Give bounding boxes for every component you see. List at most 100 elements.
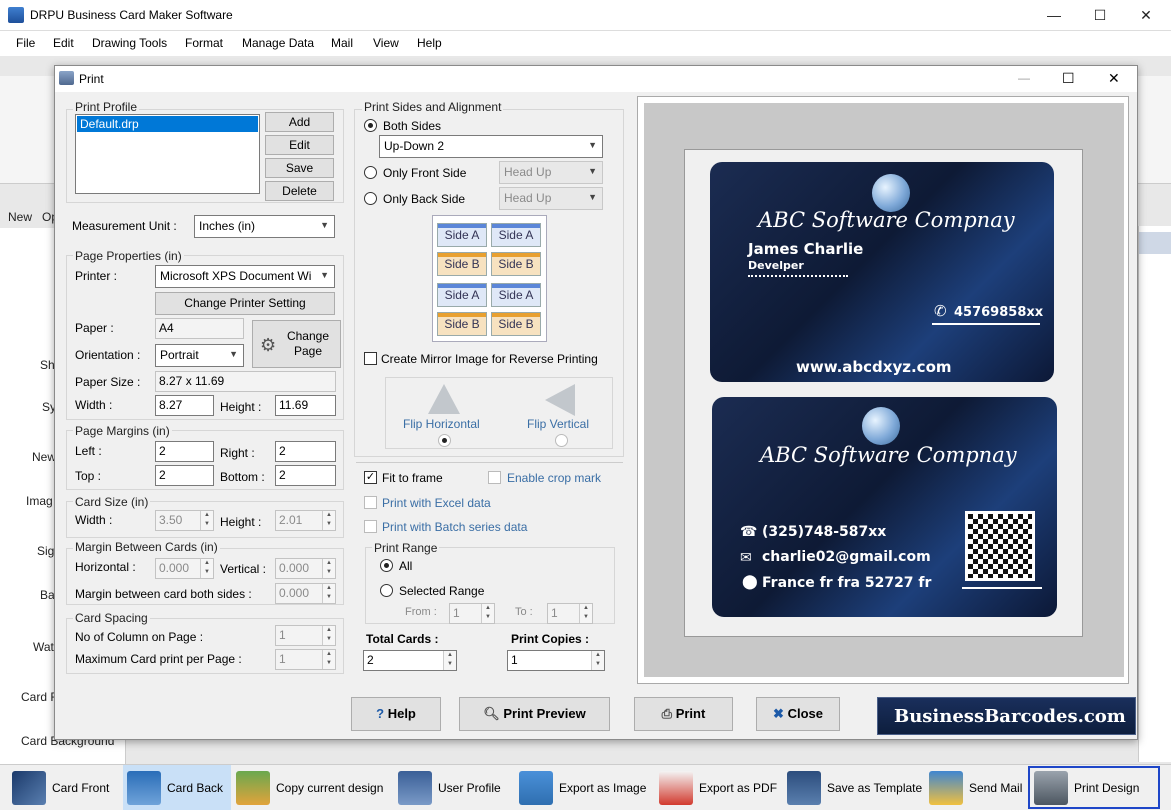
paper-field[interactable]: A4: [155, 318, 244, 339]
both-sides-margin-field[interactable]: 0.000 ▲ ▼: [275, 583, 336, 604]
dialog-minimize-button[interactable]: —: [1018, 71, 1030, 85]
page-width-field[interactable]: 8.27: [155, 395, 214, 416]
left-item-new[interactable]: New: [32, 450, 56, 464]
enable-crop-checkbox[interactable]: [488, 471, 501, 484]
printer-value: Microsoft XPS Document Wi: [160, 269, 312, 283]
card-front-button[interactable]: Card Front: [12, 765, 109, 810]
spinner-icon[interactable]: ▲ ▼: [200, 559, 213, 578]
printer-select[interactable]: Microsoft XPS Document Wi ▼: [155, 265, 335, 288]
close-button[interactable]: ✕: [1123, 0, 1169, 31]
menu-edit[interactable]: Edit: [53, 36, 74, 50]
left-item-signature[interactable]: Sig: [37, 544, 54, 558]
menu-manage-data[interactable]: Manage Data: [242, 36, 314, 50]
left-item-barcode[interactable]: Ba: [40, 588, 55, 602]
left-item-card-properties[interactable]: Card F: [21, 690, 58, 704]
range-to-field[interactable]: 1 ▲ ▼: [547, 603, 593, 624]
dialog-maximize-button[interactable]: ☐: [1062, 70, 1075, 87]
columns-field[interactable]: 1 ▲ ▼: [275, 625, 336, 646]
change-page-button[interactable]: ⚙ Change Page: [252, 320, 341, 368]
menu-mail[interactable]: Mail: [331, 36, 353, 50]
change-printer-setting-button[interactable]: Change Printer Setting: [155, 292, 335, 315]
copy-design-button[interactable]: Copy current design: [236, 765, 383, 810]
fit-to-frame-checkbox[interactable]: ✓: [364, 471, 377, 484]
both-sides-radio[interactable]: [364, 119, 377, 132]
flip-horizontal-icon[interactable]: [428, 384, 460, 414]
send-mail-button[interactable]: Send Mail: [929, 765, 1022, 810]
orientation-select[interactable]: Portrait ▼: [155, 344, 244, 367]
edit-profile-button[interactable]: Edit: [265, 135, 334, 155]
flip-vertical-radio[interactable]: [555, 434, 568, 447]
profile-list[interactable]: Default.drp: [75, 114, 260, 194]
maximize-button[interactable]: ☐: [1077, 0, 1123, 31]
paper-size-field[interactable]: 8.27 x 11.69: [155, 371, 336, 392]
mirror-image-checkbox[interactable]: [364, 352, 377, 365]
top-margin-field[interactable]: 2: [155, 465, 214, 486]
card-height-field[interactable]: 2.01 ▲ ▼: [275, 510, 336, 531]
export-pdf-button[interactable]: Export as PDF: [659, 765, 777, 810]
profile-list-item[interactable]: Default.drp: [77, 116, 258, 132]
only-back-radio[interactable]: [364, 192, 377, 205]
menu-view[interactable]: View: [373, 36, 399, 50]
new-button[interactable]: New: [8, 210, 32, 224]
spinner-icon[interactable]: ▲ ▼: [591, 651, 604, 670]
print-button[interactable]: ⎙ Print: [634, 697, 733, 731]
save-profile-button[interactable]: Save: [265, 158, 334, 178]
left-item-shape[interactable]: Sh: [40, 358, 55, 372]
batch-series-checkbox[interactable]: [364, 520, 377, 533]
save-template-button[interactable]: Save as Template: [787, 765, 922, 810]
spinner-icon[interactable]: ▲ ▼: [579, 604, 592, 623]
left-item-image[interactable]: Imag: [26, 494, 53, 508]
flip-horizontal-label: Flip Horizontal: [403, 417, 480, 431]
page-height-field[interactable]: 11.69: [275, 395, 336, 416]
both-sides-value: Up-Down 2: [384, 139, 445, 153]
flip-vertical-icon[interactable]: [545, 384, 575, 416]
flip-vertical-label: Flip Vertical: [527, 417, 590, 431]
close-dialog-button[interactable]: ✖ Close: [756, 697, 840, 731]
spinner-icon[interactable]: ▲ ▼: [322, 650, 335, 669]
card-width-field[interactable]: 3.50 ▲ ▼: [155, 510, 214, 531]
print-preview-button[interactable]: 🔍︎ Print Preview: [459, 697, 610, 731]
both-sides-select[interactable]: Up-Down 2 ▼: [379, 135, 603, 158]
max-cards-field[interactable]: 1 ▲ ▼: [275, 649, 336, 670]
flip-horizontal-radio[interactable]: [438, 434, 451, 447]
card-back-button[interactable]: Card Back: [123, 765, 231, 810]
vertical-margin-field[interactable]: 0.000 ▲ ▼: [275, 558, 336, 579]
minimize-button[interactable]: —: [1031, 0, 1077, 31]
spinner-icon[interactable]: ▲ ▼: [322, 511, 335, 530]
export-image-button[interactable]: Export as Image: [519, 765, 646, 810]
total-cards-field[interactable]: 2 ▲ ▼: [363, 650, 457, 671]
menu-help[interactable]: Help: [417, 36, 442, 50]
spinner-icon[interactable]: ▲ ▼: [443, 651, 456, 670]
export-pdf-label: Export as PDF: [699, 780, 778, 795]
menu-drawing-tools[interactable]: Drawing Tools: [92, 36, 167, 50]
back-orientation-select[interactable]: Head Up ▼: [499, 187, 603, 210]
range-selected-radio[interactable]: [380, 584, 393, 597]
spinner-icon[interactable]: ▲ ▼: [322, 559, 335, 578]
measurement-unit-select[interactable]: Inches (in) ▼: [194, 215, 335, 238]
range-all-radio[interactable]: [380, 559, 393, 572]
left-item-watermark[interactable]: Wat: [33, 640, 54, 654]
front-orientation-select[interactable]: Head Up ▼: [499, 161, 603, 184]
total-cards-value: 2: [367, 653, 374, 667]
spinner-icon[interactable]: ▲ ▼: [322, 584, 335, 603]
user-profile-button[interactable]: User Profile: [398, 765, 501, 810]
menu-file[interactable]: File: [16, 36, 35, 50]
right-margin-field[interactable]: 2: [275, 441, 336, 462]
spinner-icon[interactable]: ▲ ▼: [200, 511, 213, 530]
only-front-radio[interactable]: [364, 166, 377, 179]
print-design-button[interactable]: Print Design: [1028, 766, 1160, 809]
card-front-icon: [12, 770, 46, 805]
spinner-icon[interactable]: ▲ ▼: [481, 604, 494, 623]
add-profile-button[interactable]: Add: [265, 112, 334, 132]
bottom-margin-field[interactable]: 2: [275, 465, 336, 486]
print-copies-field[interactable]: 1 ▲ ▼: [507, 650, 605, 671]
help-button[interactable]: ? Help: [351, 697, 441, 731]
delete-profile-button[interactable]: Delete: [265, 181, 334, 201]
dialog-close-button[interactable]: ✕: [1108, 70, 1120, 87]
excel-data-checkbox[interactable]: [364, 496, 377, 509]
range-from-field[interactable]: 1 ▲ ▼: [449, 603, 495, 624]
spinner-icon[interactable]: ▲ ▼: [322, 626, 335, 645]
left-margin-field[interactable]: 2: [155, 441, 214, 462]
menu-format[interactable]: Format: [185, 36, 223, 50]
horizontal-margin-field[interactable]: 0.000 ▲ ▼: [155, 558, 214, 579]
